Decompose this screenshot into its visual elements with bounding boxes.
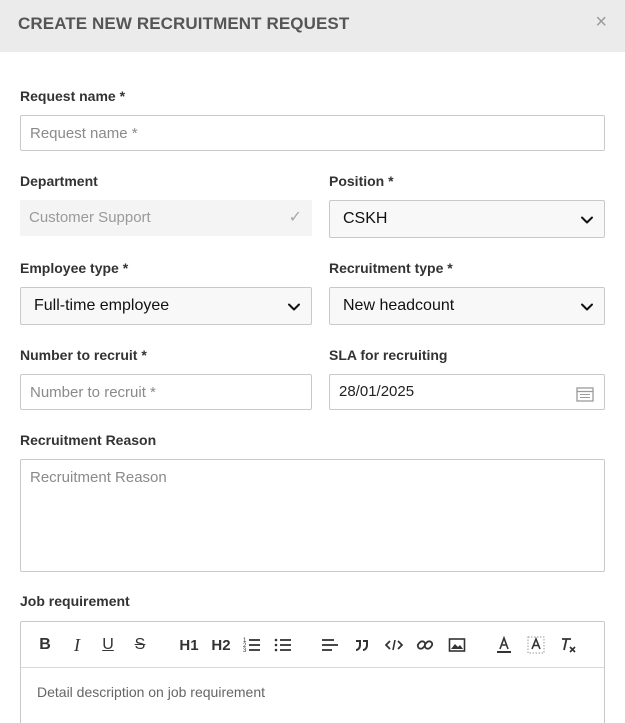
job-requirement-editor[interactable]: B I U S H1 H2 123 Detail description on … bbox=[20, 621, 605, 723]
position-select[interactable]: CSKH bbox=[329, 200, 605, 238]
link-icon[interactable] bbox=[414, 634, 436, 656]
request-name-input[interactable] bbox=[20, 115, 605, 151]
italic-button[interactable]: I bbox=[66, 634, 88, 656]
calendar-icon[interactable] bbox=[576, 386, 594, 402]
clear-format-icon[interactable] bbox=[557, 634, 579, 656]
department-label: Department bbox=[20, 173, 98, 189]
employee-type-value: Full-time employee bbox=[34, 297, 170, 314]
job-requirement-placeholder[interactable]: Detail description on job requirement bbox=[37, 684, 265, 700]
underline-button[interactable]: U bbox=[97, 634, 119, 656]
employee-type-select[interactable]: Full-time employee bbox=[20, 287, 312, 325]
sla-date-value: 28/01/2025 bbox=[339, 383, 415, 400]
chevron-down-icon bbox=[581, 216, 593, 224]
align-left-icon[interactable] bbox=[319, 634, 341, 656]
check-icon: ✓ bbox=[288, 209, 302, 226]
editor-toolbar: B I U S H1 H2 123 bbox=[21, 622, 604, 668]
employee-type-label: Employee type * bbox=[20, 260, 129, 276]
chevron-down-icon bbox=[581, 303, 593, 311]
modal-title: CREATE NEW RECRUITMENT REQUEST bbox=[18, 14, 350, 33]
bold-button[interactable]: B bbox=[34, 634, 56, 656]
recruitment-reason-textarea[interactable] bbox=[20, 459, 605, 572]
job-requirement-label: Job requirement bbox=[20, 593, 130, 609]
position-label: Position * bbox=[329, 173, 394, 189]
bullet-list-icon[interactable] bbox=[272, 634, 294, 656]
number-to-recruit-input[interactable] bbox=[20, 374, 312, 410]
department-field: Customer Support ✓ bbox=[20, 200, 312, 236]
chevron-down-icon bbox=[288, 303, 300, 311]
recruitment-type-select[interactable]: New headcount bbox=[329, 287, 605, 325]
image-icon[interactable] bbox=[446, 634, 468, 656]
background-color-icon[interactable] bbox=[525, 634, 547, 656]
svg-text:3: 3 bbox=[243, 648, 247, 654]
code-icon[interactable] bbox=[383, 634, 405, 656]
sla-label: SLA for recruiting bbox=[329, 347, 448, 363]
modal-header: CREATE NEW RECRUITMENT REQUEST × bbox=[0, 0, 625, 52]
strikethrough-button[interactable]: S bbox=[129, 634, 151, 656]
recruitment-type-value: New headcount bbox=[343, 297, 455, 314]
text-color-icon[interactable] bbox=[493, 634, 515, 656]
position-value: CSKH bbox=[343, 210, 388, 227]
department-value: Customer Support bbox=[29, 209, 151, 226]
heading-2-button[interactable]: H2 bbox=[208, 634, 234, 656]
sla-date-input[interactable]: 28/01/2025 bbox=[329, 374, 605, 410]
heading-1-button[interactable]: H1 bbox=[176, 634, 202, 656]
number-to-recruit-label: Number to recruit * bbox=[20, 347, 147, 363]
recruitment-type-label: Recruitment type * bbox=[329, 260, 453, 276]
request-name-label: Request name * bbox=[20, 88, 126, 104]
ordered-list-icon[interactable]: 123 bbox=[241, 634, 263, 656]
close-icon[interactable]: × bbox=[595, 12, 607, 32]
recruitment-reason-label: Recruitment Reason bbox=[20, 432, 157, 448]
quote-icon[interactable] bbox=[351, 634, 373, 656]
